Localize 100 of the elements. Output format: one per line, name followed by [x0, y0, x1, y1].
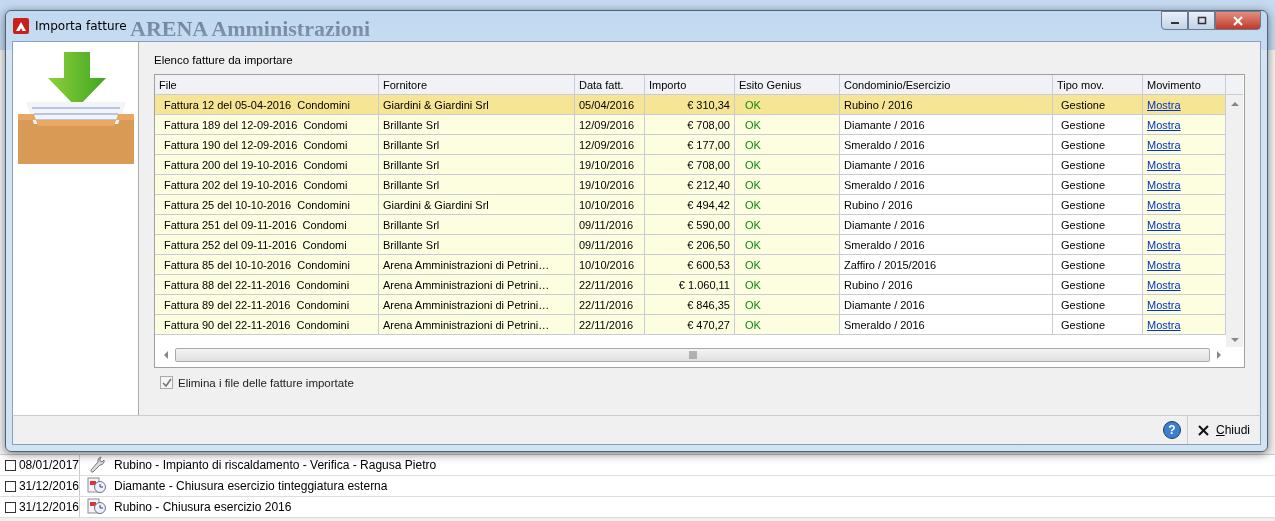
supplier-cell: Brillante Srl — [383, 218, 440, 231]
supplier-cell: Arena Amministrazioni di Petrini… — [383, 278, 550, 291]
status-cell-text: OK — [744, 238, 761, 251]
condo-cell: Smeraldo / 2016 — [844, 318, 925, 331]
type-cell: Gestione — [1061, 218, 1106, 231]
supplier-cell: Brillante Srl — [383, 158, 440, 171]
date-cell: 09/11/2016 — [579, 218, 634, 231]
date-cell: 22/11/2016 — [579, 298, 634, 311]
type-cell: Gestione — [1061, 238, 1106, 251]
condo-cell: Smeraldo / 2016 — [844, 178, 925, 191]
condo-cell: Rubino / 2016 — [844, 98, 913, 111]
date-cell: 19/10/2016 — [579, 158, 635, 171]
condo-cell: Diamante / 2016 — [844, 218, 925, 231]
file-cell: Fattura 12 del 05-04-2016 Condomini — [164, 98, 350, 111]
type-cell: Gestione — [1061, 98, 1106, 111]
help-button[interactable]: ? — [1162, 421, 1181, 439]
checkbox[interactable] — [5, 480, 16, 492]
supplier-cell: Giardini & Giardini Srl — [383, 98, 489, 111]
supplier-cell: Brillante Srl — [383, 238, 440, 251]
date-cell: 19/10/2016 — [579, 178, 635, 191]
table-row[interactable]: Fattura 25 del 10-10-2016 Condomini Giardini & Giardini Srl 10/10/2016 € 494,42 OK Rubino / 2016 Gestione Mostra — [155, 195, 1226, 215]
condo-cell: Rubino / 2016 — [844, 278, 913, 291]
amount-cell: € 494,42 — [687, 198, 730, 211]
date-cell: 12/09/2016 — [579, 138, 635, 151]
supplier-cell: Brillante Srl — [383, 178, 440, 191]
inbox-download-icon — [17, 52, 134, 164]
status-cell-text: OK — [744, 198, 761, 211]
event-text: Diamante - Chiusura esercizio tinteggiatura esterna — [114, 479, 388, 493]
date-cell: 05/04/2016 — [579, 98, 635, 111]
maximize-icon — [1196, 16, 1207, 25]
type-cell: Gestione — [1061, 258, 1106, 271]
supplier-cell: Arena Amministrazioni di Petrini… — [383, 258, 550, 271]
file-cell: Fattura 25 del 10-10-2016 Condomini — [164, 198, 350, 211]
date-text: 31/12/2016 — [18, 500, 79, 514]
file-cell: Fattura 202 del 19-10-2016 Condomi — [164, 178, 348, 191]
supplier-cell: Arena Amministrazioni di Petrini… — [383, 318, 550, 331]
minimize-button[interactable] — [1161, 11, 1188, 30]
close-button[interactable] — [1215, 11, 1261, 30]
status-cell-text: OK — [744, 118, 761, 131]
document-clock-icon — [87, 477, 107, 495]
table-row[interactable]: Fattura 85 del 10-10-2016 Condomini Arena Amministrazioni di Petrini… 10/10/2016 € 600,53 OK Zaffiro / 2015/2016 Gestione Mostra — [155, 255, 1226, 275]
scroll-left-icon[interactable] — [163, 350, 169, 360]
type-cell: Gestione — [1061, 138, 1106, 151]
table-row[interactable]: Fattura 90 del 22-11-2016 Condomini Arena Amministrazioni di Petrini… 22/11/2016 € 470,27 OK Smeraldo / 2016 Gestione Mostra — [155, 315, 1226, 335]
amount-cell: € 470,27 — [687, 318, 730, 331]
table-row[interactable]: Fattura 189 del 12-09-2016 Condomi Brillante Srl 12/09/2016 € 708,00 OK Diamante / 2016 Gestione Mostra — [155, 115, 1226, 135]
supplier-cell: Brillante Srl — [383, 118, 440, 131]
amount-cell: € 177,00 — [687, 138, 730, 151]
type-cell: Gestione — [1061, 158, 1106, 171]
table-row[interactable]: Fattura 252 del 09-11-2016 Condomi Brillante Srl 09/11/2016 € 206,50 OK Smeraldo / 2016 Gestione Mostra — [155, 235, 1226, 255]
type-cell: Gestione — [1061, 298, 1106, 311]
file-cell: Fattura 189 del 12-09-2016 Condomi — [164, 118, 348, 131]
grip-icon — [688, 351, 697, 359]
status-cell-text: OK — [744, 158, 761, 171]
file-cell: Fattura 190 del 12-09-2016 Condomi — [164, 138, 348, 151]
event-text: Rubino - Impianto di riscaldamento - Verifica - Ragusa Pietro — [114, 458, 437, 472]
status-cell-text: OK — [744, 178, 761, 191]
date-cell: 10/10/2016 — [579, 258, 635, 271]
condo-cell: Zaffiro / 2015/2016 — [844, 258, 937, 271]
status-cell-text: OK — [744, 138, 761, 151]
table-row[interactable]: Fattura 200 del 19-10-2016 Condomi Brillante Srl 19/10/2016 € 708,00 OK Diamante / 2016 Gestione Mostra — [155, 155, 1226, 175]
scroll-up-icon[interactable] — [1229, 101, 1240, 107]
supplier-cell: Giardini & Giardini Srl — [383, 198, 489, 211]
type-cell: Gestione — [1061, 198, 1106, 211]
amount-cell: € 708,00 — [687, 118, 730, 131]
file-cell: Fattura 88 del 22-11-2016 Condomini — [164, 278, 350, 291]
scroll-right-icon[interactable] — [1216, 350, 1222, 360]
file-cell: Fattura 85 del 10-10-2016 Condomini — [164, 258, 350, 271]
condo-cell: Rubino / 2016 — [844, 198, 913, 211]
file-cell: Fattura 200 del 19-10-2016 Condomi — [164, 158, 348, 171]
type-cell: Gestione — [1061, 278, 1106, 291]
checkbox[interactable] — [5, 501, 16, 513]
scroll-down-icon[interactable] — [1229, 337, 1240, 343]
window-title: Importa fatture — [35, 19, 127, 33]
table-row[interactable]: Fattura 251 del 09-11-2016 Condomi Brillante Srl 09/11/2016 € 590,00 OK Diamante / 2016 Gestione Mostra — [155, 215, 1226, 235]
maximize-button[interactable] — [1188, 11, 1215, 30]
vertical-scrollbar[interactable] — [1226, 95, 1243, 347]
condo-cell: Diamante / 2016 — [844, 118, 925, 131]
table-row[interactable]: Fattura 190 del 12-09-2016 Condomi Brillante Srl 12/09/2016 € 177,00 OK Smeraldo / 2016 Gestione Mostra — [155, 135, 1226, 155]
type-cell: Gestione — [1061, 118, 1106, 131]
amount-cell: € 590,00 — [687, 218, 730, 231]
condo-cell: Diamante / 2016 — [844, 298, 925, 311]
table-row[interactable]: Fattura 89 del 22-11-2016 Condomini Arena Amministrazioni di Petrini… 22/11/2016 € 846,35 OK Diamante / 2016 Gestione Mostra — [155, 295, 1226, 315]
file-cell: Fattura 251 del 09-11-2016 Condomi — [164, 218, 347, 231]
wrench-icon — [89, 456, 105, 474]
checkbox[interactable] — [5, 459, 16, 471]
status-cell-text: OK — [744, 318, 761, 331]
table-row[interactable]: Fattura 12 del 05-04-2016 Condomini Giardini & Giardini Srl 05/04/2016 € 310,34 OK Rubino / 2016 Gestione Mostra — [155, 95, 1226, 115]
type-cell: Gestione — [1061, 178, 1106, 191]
close-dialog-button[interactable]: Chiudi — [1187, 416, 1260, 444]
supplier-cell: Brillante Srl — [383, 138, 440, 151]
table-row[interactable]: Fattura 202 del 19-10-2016 Condomi Brillante Srl 19/10/2016 € 212,40 OK Smeraldo / 2016 Gestione Mostra — [155, 175, 1226, 195]
file-cell: Fattura 89 del 22-11-2016 Condomini — [164, 298, 350, 311]
file-cell: Fattura 252 del 09-11-2016 Condomi — [164, 238, 347, 251]
status-cell-text: OK — [744, 258, 761, 271]
date-cell: 22/11/2016 — [579, 278, 634, 291]
table-row[interactable]: Fattura 88 del 22-11-2016 Condomini Arena Amministrazioni di Petrini… 22/11/2016 € 1.060,11 OK Rubino / 2016 Gestione Mostra — [155, 275, 1226, 295]
condo-cell: Diamante / 2016 — [844, 158, 925, 171]
scrollbar-thumb[interactable] — [175, 348, 1210, 362]
checkbox[interactable] — [160, 376, 173, 389]
